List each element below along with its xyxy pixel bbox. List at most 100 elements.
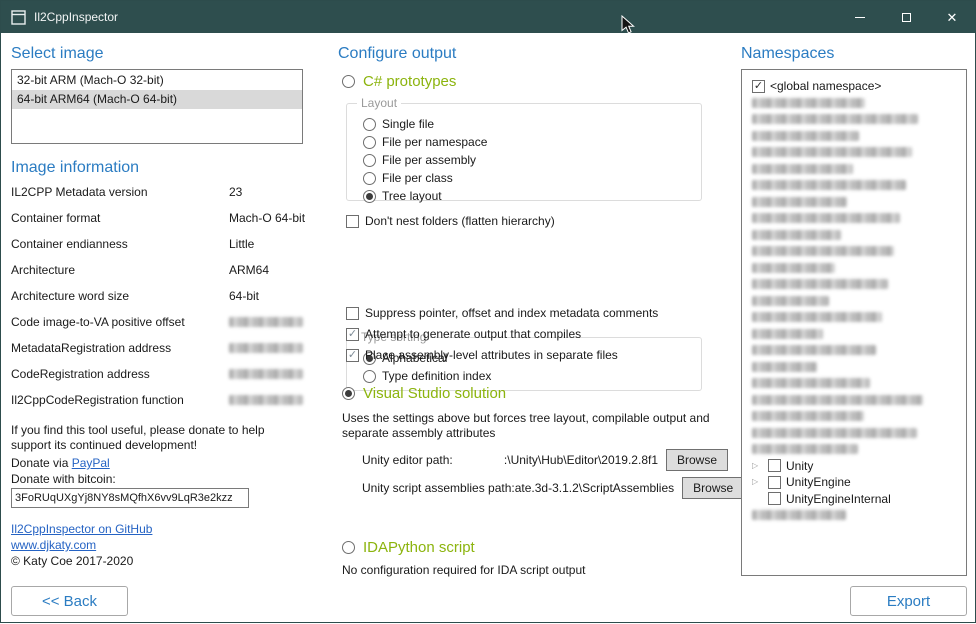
back-button[interactable]: << Back [11,586,128,616]
namespace-item[interactable] [752,227,960,244]
visual-studio-radio[interactable]: Visual Studio solution [342,385,506,402]
close-button[interactable]: ✕ [929,1,975,33]
checkbox-icon [768,492,781,505]
csharp-prototypes-radio[interactable]: C# prototypes [342,73,456,90]
info-value: ARM64 [229,263,269,277]
namespace-item[interactable]: <global namespace> [752,78,960,95]
namespace-list[interactable]: <global namespace> ▷ Unity▷UnityEngine▷Uni… [741,69,967,576]
paypal-link[interactable]: PayPal [72,456,110,470]
flatten-checkbox-label: Don't nest folders (flatten hierarchy) [365,214,555,228]
idapython-radio[interactable]: IDAPython script [342,539,475,556]
output-checkbox[interactable]: Place assembly-level attributes in separ… [346,347,658,363]
output-checkbox[interactable]: Attempt to generate output that compiles [346,326,658,342]
unity-assemblies-browse-button[interactable]: Browse [682,477,744,499]
radio-icon [363,118,376,131]
namespace-item[interactable] [752,392,960,409]
radio-icon [363,154,376,167]
namespace-item[interactable]: ▷UnityEngineInternal [752,491,960,508]
image-list[interactable]: 32-bit ARM (Mach-O 32-bit)64-bit ARM64 (… [11,69,303,144]
app-window: Il2CppInspector ✕ Select image 32-bit AR… [0,0,976,623]
unity-editor-browse-button[interactable]: Browse [666,449,728,471]
checkbox-icon [346,349,359,362]
namespace-item[interactable] [752,293,960,310]
maximize-button[interactable] [883,1,929,33]
redacted-namespace [752,329,823,339]
unity-assemblies-path-row: Unity script assemblies path: ate.3d-3.1… [362,476,728,500]
radio-icon [342,387,355,400]
expander-icon[interactable]: ▷ [752,462,763,470]
namespace-item[interactable] [752,441,960,458]
info-label: Il2CppCodeRegistration function [11,393,229,407]
namespace-label: <global namespace> [770,79,881,93]
export-button[interactable]: Export [850,586,967,616]
namespace-item[interactable] [752,144,960,161]
namespaces-heading: Namespaces [741,45,834,63]
redacted-namespace [752,428,917,438]
namespace-item[interactable] [752,425,960,442]
info-label: Architecture [11,263,229,277]
close-icon: ✕ [947,11,958,24]
namespace-item[interactable] [752,194,960,211]
image-list-item[interactable]: 32-bit ARM (Mach-O 32-bit) [12,71,302,90]
title-bar: Il2CppInspector ✕ [1,1,975,33]
layout-options: Single file File per namespace File per as… [363,116,691,204]
namespace-item[interactable] [752,359,960,376]
redacted-namespace [752,246,894,256]
namespace-item[interactable] [752,161,960,178]
redacted-namespace [752,164,853,174]
unity-assemblies-path-value[interactable]: ate.3d-3.1.2\ScriptAssemblies [515,481,674,495]
redacted-namespace [752,279,888,289]
layout-option[interactable]: Tree layout [363,188,691,204]
layout-option[interactable]: Single file [363,116,691,132]
namespace-label: Unity [786,459,813,473]
app-icon [11,10,26,25]
namespace-item[interactable] [752,128,960,145]
redacted-namespace [752,114,918,124]
namespace-item[interactable] [752,243,960,260]
github-link[interactable]: Il2CppInspector on GitHub [11,522,152,536]
info-label: CodeRegistration address [11,367,229,381]
namespace-item[interactable] [752,408,960,425]
info-label: Code image-to-VA positive offset [11,315,229,329]
checkbox-label: Suppress pointer, offset and index metad… [365,306,658,320]
flatten-checkbox[interactable]: Don't nest folders (flatten hierarchy) [346,213,555,229]
namespace-item[interactable] [752,276,960,293]
layout-option[interactable]: File per class [363,170,691,186]
bitcoin-address-input[interactable] [11,488,249,508]
namespace-item[interactable]: ▷ Unity [752,458,960,475]
namespace-item[interactable] [752,375,960,392]
radio-icon [363,370,376,383]
redacted-namespace [752,147,912,157]
unity-editor-path-value[interactable]: :\Unity\Hub\Editor\2019.2.8f1 [504,453,658,467]
window-title: Il2CppInspector [34,10,118,24]
namespace-item[interactable] [752,210,960,227]
namespace-item[interactable] [752,95,960,112]
minimize-button[interactable] [837,1,883,33]
radio-icon [342,541,355,554]
minimize-icon [855,17,865,18]
type-sorting-option[interactable]: Type definition index [363,368,691,384]
layout-option[interactable]: File per namespace [363,134,691,150]
namespace-item[interactable] [752,111,960,128]
image-info-table: IL2CPP Metadata version23Container forma… [11,185,303,419]
website-link[interactable]: www.djkaty.com [11,538,96,552]
redacted-namespace [752,180,906,190]
namespace-item[interactable] [752,260,960,277]
namespace-item[interactable] [752,507,960,524]
visual-studio-label: Visual Studio solution [363,385,506,402]
info-label: Container endianness [11,237,229,251]
namespace-item[interactable] [752,309,960,326]
layout-option[interactable]: File per assembly [363,152,691,168]
namespace-item[interactable] [752,342,960,359]
namespace-item[interactable]: ▷UnityEngine [752,474,960,491]
redacted-namespace [752,411,864,421]
namespace-item[interactable] [752,326,960,343]
info-row: Architecture word size64-bit [11,289,303,315]
checkbox-icon [768,476,781,489]
checkbox-icon [752,80,765,93]
expander-icon[interactable]: ▷ [752,478,763,486]
image-list-item[interactable]: 64-bit ARM64 (Mach-O 64-bit) [12,90,302,109]
redacted-namespace [752,378,870,388]
namespace-item[interactable] [752,177,960,194]
output-checkbox[interactable]: Suppress pointer, offset and index metad… [346,305,658,321]
